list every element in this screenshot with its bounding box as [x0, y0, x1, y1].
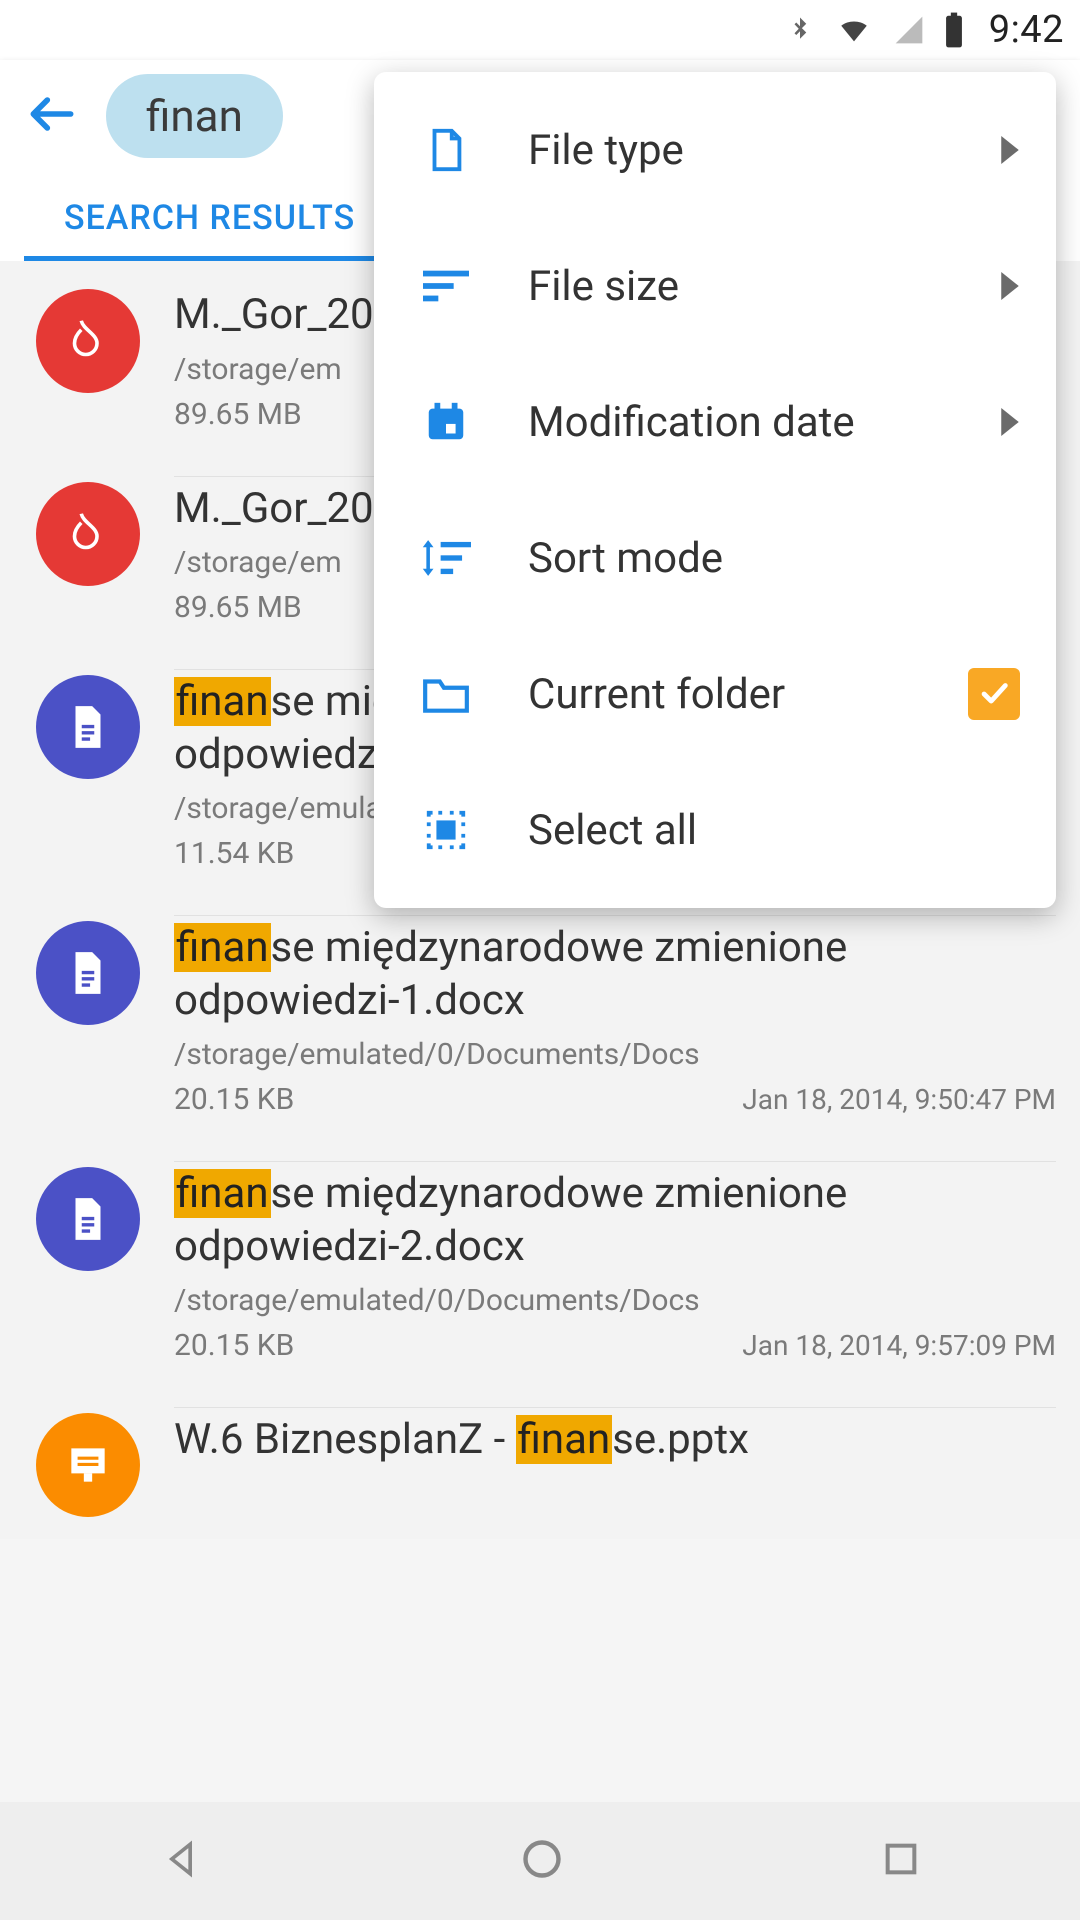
search-query-chip[interactable]: finan: [106, 74, 283, 158]
popup-item-label: Modification date: [528, 398, 855, 447]
system-nav-bar: [0, 1802, 1080, 1920]
file-size: 20.15 KB: [174, 1082, 294, 1117]
file-date: Jan 18, 2014, 9:50:47 PM: [742, 1083, 1056, 1116]
popup-item-file-type[interactable]: File type: [374, 82, 1056, 218]
sort-mode-icon: [414, 538, 478, 578]
file-size: 89.65 MB: [174, 590, 302, 625]
popup-item-current-folder[interactable]: Current folder: [374, 626, 1056, 762]
sort-lines-icon: [414, 269, 478, 303]
checked-icon: [968, 668, 1020, 720]
file-path: /storage/emulated/0/Documents/Docs: [174, 1283, 1056, 1318]
nav-home-icon[interactable]: [520, 1837, 564, 1885]
popup-item-label: File type: [528, 126, 684, 175]
file-name: finanse międzynarodowe zmienione odpowie…: [174, 1168, 1056, 1273]
back-arrow-icon[interactable]: [24, 86, 80, 146]
popup-item-label: Current folder: [528, 670, 785, 719]
pdf-file-icon: [36, 289, 140, 393]
signal-icon: [893, 13, 925, 47]
folder-icon: [414, 673, 478, 715]
file-icon: [414, 127, 478, 173]
popup-item-label: File size: [528, 262, 679, 311]
file-row[interactable]: finanse międzynarodowe zmienione odpowie…: [0, 1139, 1080, 1385]
popup-item-file-size[interactable]: File size: [374, 218, 1056, 354]
nav-recent-icon[interactable]: [881, 1839, 921, 1883]
doc-file-icon: [36, 675, 140, 779]
file-name: W.6 BiznesplanZ - finanse.pptx: [174, 1414, 1056, 1467]
file-size: 20.15 KB: [174, 1328, 294, 1363]
nav-back-icon[interactable]: [159, 1837, 203, 1885]
file-date: Jan 18, 2014, 9:57:09 PM: [742, 1329, 1056, 1362]
doc-file-icon: [36, 921, 140, 1025]
filter-popup: File type File size Modification date Sort …: [374, 72, 1056, 908]
popup-item-label: Sort mode: [528, 534, 723, 583]
status-time: 9:42: [989, 8, 1064, 52]
calendar-icon: [414, 399, 478, 445]
chevron-right-icon: [1000, 262, 1020, 311]
tab-search-results[interactable]: SEARCH RESULTS: [24, 192, 395, 261]
select-all-icon: [414, 807, 478, 853]
bluetooth-icon: [785, 9, 815, 51]
file-size: 11.54 KB: [174, 836, 294, 871]
file-row[interactable]: finanse międzynarodowe zmienione odpowie…: [0, 893, 1080, 1139]
popup-item-label: Select all: [528, 806, 697, 855]
popup-item-select-all[interactable]: Select all: [374, 762, 1056, 898]
doc-file-icon: [36, 1167, 140, 1271]
chevron-right-icon: [1000, 126, 1020, 175]
popup-item-sort-mode[interactable]: Sort mode: [374, 490, 1056, 626]
chevron-right-icon: [1000, 398, 1020, 447]
ppt-file-icon: [36, 1413, 140, 1517]
popup-item-modification-date[interactable]: Modification date: [374, 354, 1056, 490]
file-size: 89.65 MB: [174, 397, 302, 432]
pdf-file-icon: [36, 482, 140, 586]
status-bar: 9:42: [0, 0, 1080, 60]
battery-icon: [943, 11, 965, 49]
wifi-icon: [833, 13, 875, 47]
file-name: finanse międzynarodowe zmienione odpowie…: [174, 922, 1056, 1027]
file-path: /storage/emulated/0/Documents/Docs: [174, 1037, 1056, 1072]
file-row[interactable]: W.6 BiznesplanZ - finanse.pptx: [0, 1385, 1080, 1539]
